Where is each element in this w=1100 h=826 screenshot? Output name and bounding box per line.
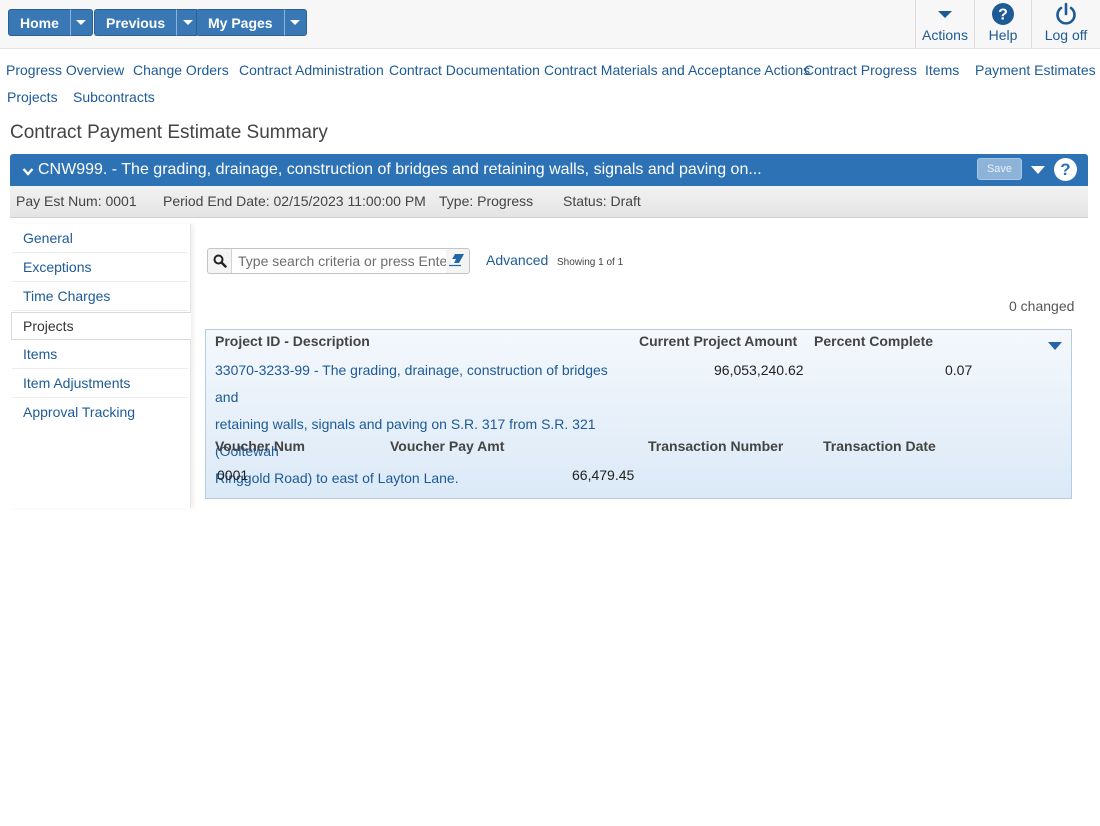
chevron-down-icon <box>182 20 193 25</box>
log-off-label: Log off <box>1044 27 1088 43</box>
top-toolbar: Home Previous My Pages Actions ? Help Lo… <box>0 0 1100 49</box>
nav-link-contract-progress[interactable]: Contract Progress <box>804 62 917 78</box>
chevron-down-icon <box>290 20 301 25</box>
advanced-search-link[interactable]: Advanced <box>486 252 548 268</box>
log-off-button[interactable]: Log off <box>1031 0 1100 48</box>
search-icon[interactable] <box>208 249 231 273</box>
eraser-icon[interactable] <box>449 253 465 270</box>
my-pages-menu-caret[interactable] <box>283 9 307 36</box>
side-tab-exceptions[interactable]: Exceptions <box>12 254 188 282</box>
changed-count: 0 changed <box>1009 298 1075 314</box>
col-header-transaction-number: Transaction Number <box>648 438 784 454</box>
current-project-amount: 96,053,240.62 <box>714 362 804 378</box>
period-end-date: Period End Date: 02/15/2023 11:00:00 PM <box>163 193 426 209</box>
col-header-percent-complete: Percent Complete <box>814 333 934 349</box>
nav-link-projects[interactable]: Projects <box>7 89 58 105</box>
side-tab-list: General Exceptions Time Charges Projects… <box>10 224 191 508</box>
actions-button[interactable]: Actions <box>915 0 974 48</box>
help-button[interactable]: ? Help <box>974 0 1031 48</box>
col-header-project: Project ID - Description <box>215 333 370 349</box>
col-header-voucher-pay-amt: Voucher Pay Amt <box>390 438 505 454</box>
svg-text:?: ? <box>998 6 1008 23</box>
col-header-current-amount: Current Project Amount <box>639 333 798 349</box>
page-title: Contract Payment Estimate Summary <box>10 122 328 143</box>
side-tab-items[interactable]: Items <box>12 341 188 369</box>
side-tab-projects[interactable]: Projects <box>11 312 191 340</box>
side-tab-item-adjustments[interactable]: Item Adjustments <box>12 370 188 398</box>
previous-button[interactable]: Previous <box>94 9 177 36</box>
estimate-type: Type: Progress <box>439 193 534 209</box>
nav-link-items[interactable]: Items <box>925 62 959 78</box>
estimate-status: Status: Draft <box>563 193 641 209</box>
mypages-split-button: My Pages <box>196 9 307 36</box>
chevron-down-icon[interactable] <box>1031 166 1045 174</box>
nav-link-subcontracts[interactable]: Subcontracts <box>73 89 155 105</box>
home-menu-caret[interactable] <box>69 9 93 36</box>
home-button[interactable]: Home <box>8 9 70 36</box>
nav-link-progress-overview[interactable]: Progress Overview <box>6 62 124 78</box>
nav-link-payment-estimates[interactable]: Payment Estimates <box>975 62 1096 78</box>
nav-link-change-orders[interactable]: Change Orders <box>133 62 229 78</box>
voucher-num-value: 0001 <box>217 467 249 483</box>
record-count: Showing 1 of 1 <box>557 257 624 268</box>
contract-title: CNW999. - The grading, drainage, constru… <box>38 161 762 178</box>
contract-header-bar: CNW999. - The grading, drainage, constru… <box>10 154 1088 186</box>
project-description-line: 33070-3233-99 - The grading, drainage, c… <box>215 362 608 405</box>
search-box <box>207 248 470 274</box>
nav-link-contract-administration[interactable]: Contract Administration <box>239 62 384 78</box>
help-icon[interactable]: ? <box>1054 158 1077 181</box>
side-tab-general[interactable]: General <box>12 225 188 253</box>
chevron-down-icon <box>76 20 87 25</box>
col-header-transaction-date: Transaction Date <box>823 438 936 454</box>
home-split-button: Home <box>8 9 93 36</box>
estimate-info-strip: Pay Est Num: 0001 Period End Date: 02/15… <box>10 186 1088 218</box>
my-pages-button[interactable]: My Pages <box>196 9 284 36</box>
help-label: Help <box>988 27 1018 43</box>
pay-est-num: Pay Est Num: 0001 <box>16 193 137 209</box>
nav-link-contract-documentation[interactable]: Contract Documentation <box>389 62 540 78</box>
search-input[interactable] <box>231 249 446 273</box>
side-tab-approval-tracking[interactable]: Approval Tracking <box>12 399 188 427</box>
side-tab-time-charges[interactable]: Time Charges <box>12 283 188 311</box>
power-icon <box>1054 0 1078 27</box>
save-button[interactable]: Save <box>977 158 1022 180</box>
collapse-chevron-icon[interactable] <box>22 164 34 180</box>
nav-link-contract-materials[interactable]: Contract Materials and Acceptance Action… <box>544 62 810 78</box>
actions-label: Actions <box>922 27 968 43</box>
voucher-pay-amt-value: 66,479.45 <box>572 467 635 483</box>
help-icon: ? <box>991 0 1015 27</box>
col-header-voucher-num: Voucher Num <box>215 438 305 454</box>
actions-caret-icon <box>936 0 954 27</box>
previous-split-button: Previous <box>94 9 200 36</box>
chevron-down-icon[interactable] <box>1048 342 1062 350</box>
percent-complete-value: 0.07 <box>945 362 973 378</box>
project-row-panel: Project ID - Description Current Project… <box>205 329 1072 499</box>
